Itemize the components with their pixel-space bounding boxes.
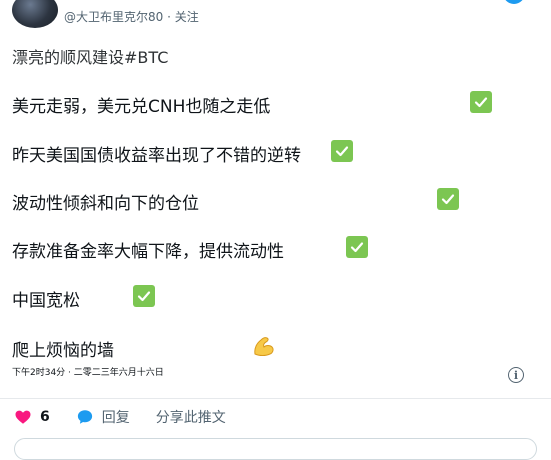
check-mark-icon — [133, 285, 155, 307]
check-mark-icon — [437, 188, 459, 210]
read-replies-button[interactable] — [14, 438, 537, 460]
share-button[interactable]: 分享此推文 — [156, 407, 226, 427]
tweet-line-5: 中国宽松 — [12, 291, 80, 311]
divider — [0, 398, 551, 399]
tweet-hashtag-line: 漂亮的顺风建设#BTC — [12, 48, 169, 67]
tweet-actions: 6 回复 分享此推文 — [14, 404, 252, 430]
tweet-line-1: 美元走弱，美元兑CNH也随之走低 — [12, 97, 271, 117]
check-mark-icon — [470, 91, 492, 113]
like-button[interactable]: 6 — [14, 408, 50, 426]
info-icon[interactable]: i — [508, 367, 524, 383]
heart-icon — [15, 410, 31, 424]
check-mark-icon — [346, 236, 368, 258]
tweet-timestamp[interactable]: 下午2时34分 · 二零二三年六月十六日 — [12, 365, 164, 378]
tweet-line-2: 昨天美国国债收益率出现了不错的逆转 — [12, 146, 301, 166]
speech-bubble-icon — [77, 410, 92, 424]
reply-label: 回复 — [101, 410, 130, 426]
tweet-line-6: 爬上烦恼的墙 — [12, 341, 114, 361]
flexed-biceps-icon — [251, 334, 277, 358]
avatar[interactable] — [12, 0, 58, 28]
reply-button[interactable]: 回复 — [76, 407, 130, 427]
check-mark-icon — [331, 140, 353, 162]
tweet-line-4: 存款准备金率大幅下降，提供流动性 — [12, 242, 284, 262]
follow-badge — [503, 0, 525, 4]
like-count: 6 — [40, 409, 50, 425]
tweet-line-3: 波动性倾斜和向下的仓位 — [12, 194, 199, 214]
share-label: 分享此推文 — [155, 410, 226, 426]
author-handle[interactable]: @大卫布里克尔80 · 关注 — [64, 8, 199, 25]
